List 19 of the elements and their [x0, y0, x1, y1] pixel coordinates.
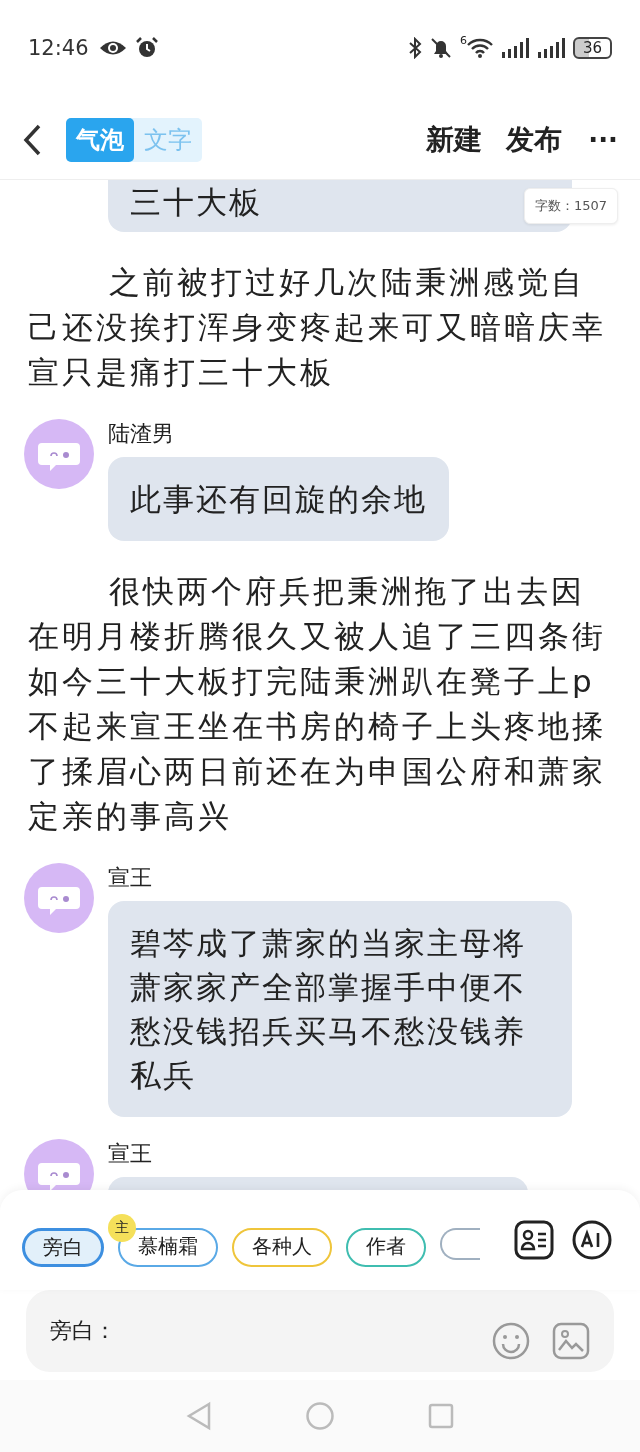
character-chip[interactable]: 旁白 [22, 1227, 104, 1267]
speaker-name: 宣王 [108, 1140, 153, 1168]
character-chip[interactable]: 各种人 [232, 1227, 332, 1267]
header-action[interactable]: 发布 [506, 120, 563, 159]
header-action[interactable]: 新建 [426, 120, 483, 159]
network-label: 6 [459, 34, 467, 47]
status-time: 12:46 [28, 36, 89, 60]
input-field[interactable]: 旁白： [26, 1290, 614, 1372]
battery-icon: 36 [572, 37, 612, 59]
narration-text: 之前被打过好几次陆秉洲感觉自己还没挨打浑身变疼起来可又暗暗庆幸宣只是痛打三十大板 [28, 263, 607, 392]
character-chip[interactable]: 作者 [346, 1227, 426, 1267]
speaker-name: 宣王 [108, 864, 153, 892]
word-count: 字数：1507 [523, 188, 618, 224]
more-button[interactable]: ··· [588, 124, 618, 155]
speaker-name: 陆渣男 [108, 420, 175, 448]
message-bubble: 碧芩成了萧家的当家主母将萧家家产全部掌握手中便不愁没钱招兵买马不愁没钱养私兵 [108, 901, 572, 1117]
narration-text: 很快两个府兵把秉洲拖了出去因在明月楼折腾很久又被人追了三四条街如今三十大板打完陆秉洲趴在凳子上p不起来宣王坐在书房的椅子上头疼地揉了揉眉心两日前还在为申国公府和萧家定亲的事高兴 [28, 572, 607, 836]
message-bubble: 此事还有回旋的余地 [108, 457, 449, 541]
lead-badge: 主 [108, 1213, 136, 1242]
